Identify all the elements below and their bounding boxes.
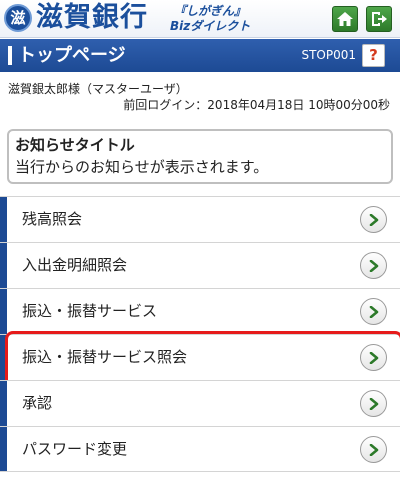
user-name: 滋賀銀太郎様（マスターユーザ） xyxy=(8,82,188,96)
menu-item-label: 振込・振替サービス照会 xyxy=(22,348,188,366)
menu-item-password-change[interactable]: パスワード変更 xyxy=(0,426,400,472)
notice-box: お知らせタイトル 当行からのお知らせが表示されます。 xyxy=(7,129,393,184)
service-name: 『しがぎん』 Bizダイレクト xyxy=(170,4,280,34)
bank-logo-icon: 滋 xyxy=(4,4,32,32)
menu-item-label: 入出金明細照会 xyxy=(22,256,128,274)
menu-item-balance-inquiry[interactable]: 残高照会 xyxy=(0,196,400,242)
notice-title: お知らせタイトル xyxy=(15,136,135,154)
title-bar: トップページ STOP001 xyxy=(0,39,400,72)
menu-item-label: 承認 xyxy=(22,394,53,412)
menu-item-approval[interactable]: 承認 xyxy=(0,380,400,426)
chevron-right-icon[interactable] xyxy=(360,344,387,371)
help-button[interactable]: ? xyxy=(362,44,385,67)
menu-item-accent xyxy=(0,243,7,288)
logout-button[interactable] xyxy=(366,6,392,32)
menu-item-transfer-service-inquiry[interactable]: 振込・振替サービス照会 xyxy=(0,331,400,390)
menu-item-accent xyxy=(0,427,7,471)
menu-item-label: パスワード変更 xyxy=(22,440,128,458)
menu-item-accent xyxy=(0,381,7,426)
chevron-right-icon[interactable] xyxy=(360,390,387,417)
bank-name: 滋賀銀行 xyxy=(36,2,148,33)
logout-icon xyxy=(372,12,387,26)
page-title: トップページ xyxy=(18,45,126,66)
screen-id: STOP001 xyxy=(301,48,356,62)
chevron-right-icon[interactable] xyxy=(360,252,387,279)
title-accent xyxy=(8,46,12,65)
menu-item-transfer-service[interactable]: 振込・振替サービス xyxy=(0,288,400,334)
service-name-bottom: Bizダイレクト xyxy=(170,19,251,33)
chevron-right-icon[interactable] xyxy=(360,298,387,325)
last-login-info: 前回ログイン：2018年04月18日 10時00分00秒 xyxy=(123,98,390,112)
menu-item-transaction-history[interactable]: 入出金明細照会 xyxy=(0,242,400,288)
chevron-right-icon[interactable] xyxy=(360,206,387,233)
menu-item-label: 残高照会 xyxy=(22,210,83,228)
menu-item-accent xyxy=(0,197,7,242)
menu-item-label: 振込・振替サービス xyxy=(22,302,158,320)
service-name-top: 『しがぎん』 xyxy=(174,4,247,18)
home-button[interactable] xyxy=(332,6,358,32)
app-header: 滋 滋賀銀行 『しがぎん』 Bizダイレクト xyxy=(0,0,400,38)
menu-item-accent xyxy=(0,289,7,334)
menu-item-accent xyxy=(0,335,7,380)
chevron-right-icon[interactable] xyxy=(360,436,387,463)
main-menu: 残高照会 入出金明細照会 振込・振替サービス 振込・振替サービス照会 承認 パス… xyxy=(0,196,400,472)
notice-body: 当行からのお知らせが表示されます。 xyxy=(15,158,269,176)
home-icon xyxy=(337,12,353,26)
